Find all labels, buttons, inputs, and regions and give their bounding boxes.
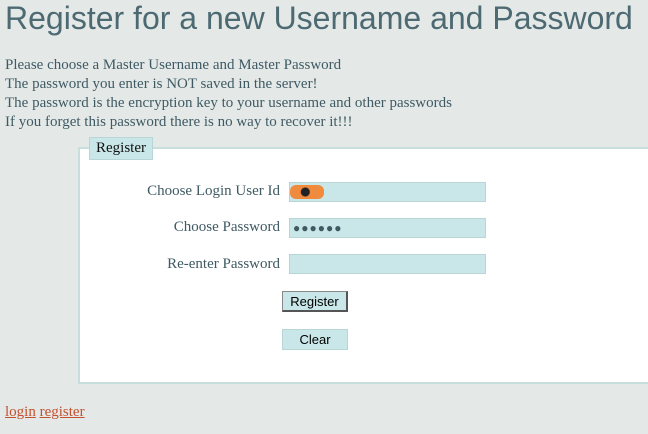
intro-line: Please choose a Master Username and Mast… xyxy=(5,57,342,73)
register-button[interactable]: Register xyxy=(282,291,348,312)
footer-links: login register xyxy=(5,404,85,421)
register-link[interactable]: register xyxy=(40,404,85,420)
page-title: Register for a new Username and Password xyxy=(5,0,633,36)
intro-text: Please choose a Master Username and Mast… xyxy=(5,56,452,132)
clear-button[interactable]: Clear xyxy=(282,329,348,350)
intro-line: The password is the encryption key to yo… xyxy=(5,95,452,111)
password-label: Choose Password xyxy=(173,219,280,235)
intro-line: The password you enter is NOT saved in t… xyxy=(5,76,318,92)
reenter-password-input[interactable] xyxy=(289,254,486,274)
reenter-password-label: Re-enter Password xyxy=(167,256,280,272)
user-id-input[interactable] xyxy=(289,182,486,202)
fieldset-legend: Register xyxy=(89,137,153,160)
login-link[interactable]: login xyxy=(5,404,36,420)
redaction-mark xyxy=(290,185,324,199)
intro-line: If you forget this password there is no … xyxy=(5,114,353,130)
password-input[interactable]: ●●●●●● xyxy=(289,218,486,238)
user-id-label: Choose Login User Id xyxy=(147,183,280,199)
